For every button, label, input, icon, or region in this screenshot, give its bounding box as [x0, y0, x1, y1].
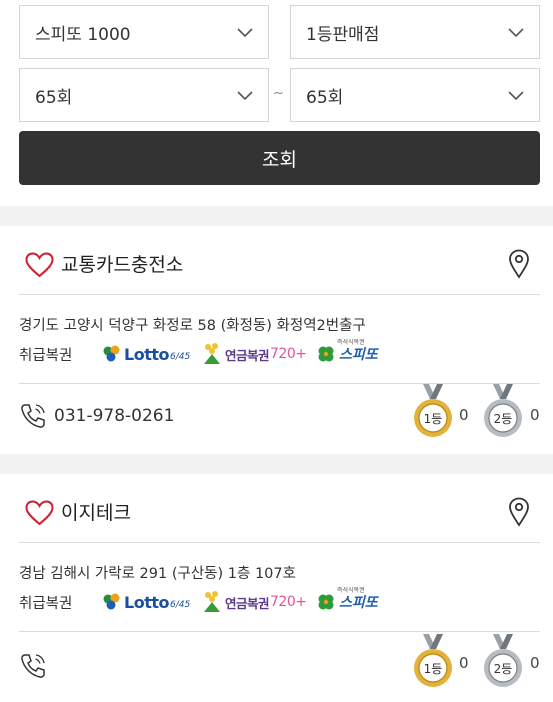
- store-header: 이지테크: [0, 474, 553, 544]
- store-header: 교통카드충전소: [0, 226, 553, 296]
- speetto-word: 스피또: [339, 595, 378, 611]
- pension-tree-icon: [204, 591, 220, 612]
- lottery-types: 취급복권 Lotto 6/45 연금복권 720+ 즉석식복권 스피또: [19, 339, 419, 368]
- phone-icon[interactable]: [19, 652, 47, 680]
- speetto-logo: 즉석식복권 스피또: [315, 339, 378, 368]
- silver-medal-icon: 2등: [484, 634, 522, 687]
- lotto-balls-icon: [103, 593, 120, 610]
- round-from-select[interactable]: 65회: [19, 68, 269, 122]
- round-from-value: 65회: [35, 87, 73, 108]
- second-prize-count: 0: [530, 406, 540, 424]
- lotto-word: Lotto: [124, 592, 169, 612]
- first-prize-count: 0: [459, 654, 469, 672]
- map-pin-icon[interactable]: [508, 497, 530, 527]
- chevron-down-icon: [508, 28, 524, 38]
- round-to-value: 65회: [306, 87, 344, 108]
- speetto-subtitle: 즉석식복권: [337, 339, 365, 346]
- search-button[interactable]: 조회: [19, 131, 540, 185]
- heart-icon[interactable]: [25, 252, 54, 278]
- rank-select[interactable]: 1등판매점: [290, 5, 540, 59]
- first-prize-count: 0: [459, 406, 469, 424]
- lotto-logo: Lotto 6/45: [102, 588, 190, 616]
- pension-logo: 연금복권 720+: [201, 340, 307, 368]
- store-card: 이지테크 경남 김해시 가락로 291 (구산동) 1층 107호 취급복권 L…: [0, 474, 553, 702]
- map-pin-icon[interactable]: [508, 249, 530, 279]
- phone-icon[interactable]: [19, 402, 47, 430]
- store-address: 경남 김해시 가락로 291 (구산동) 1층 107호: [19, 566, 296, 582]
- silver-medal-icon: 2등: [484, 384, 522, 437]
- store-card: 교통카드충전소 경기도 고양시 덕양구 화정로 58 (화정동) 화정역2번출구…: [0, 226, 553, 454]
- divider: [19, 294, 540, 295]
- lotto-suffix: 6/45: [169, 600, 191, 610]
- pension-word: 연금복권: [225, 595, 270, 611]
- rank-select-value: 1등판매점: [306, 24, 380, 45]
- lotto-logo: Lotto 6/45: [102, 340, 190, 368]
- second-prize-label: 2등: [494, 662, 513, 676]
- first-prize-label: 1등: [424, 412, 443, 426]
- speetto-subtitle: 즉석식복권: [337, 587, 365, 594]
- pension-word: 연금복권: [225, 347, 270, 363]
- store-name: 교통카드충전소: [61, 254, 184, 276]
- clover-icon: [318, 346, 334, 362]
- store-address: 경기도 고양시 덕양구 화정로 58 (화정동) 화정역2번출구: [19, 318, 366, 334]
- gold-medal-icon: 1등: [414, 634, 452, 687]
- second-prize-count: 0: [530, 654, 540, 672]
- range-separator: ~: [273, 86, 284, 101]
- store-footer: 1등 0 2등 0: [0, 632, 553, 698]
- gold-medal-icon: 1등: [414, 384, 452, 437]
- pension-number: 720+: [270, 594, 307, 610]
- round-to-select[interactable]: 65회: [290, 68, 540, 122]
- search-filters: 스피또 1000 1등판매점 65회 ~ 65회 조회: [0, 0, 553, 206]
- clover-icon: [318, 594, 334, 610]
- lotto-word: Lotto: [124, 344, 169, 364]
- store-phone[interactable]: 031-978-0261: [54, 406, 174, 426]
- chevron-down-icon: [508, 91, 524, 101]
- lotto-balls-icon: [103, 345, 120, 362]
- divider: [19, 542, 540, 543]
- chevron-down-icon: [237, 28, 253, 38]
- first-prize-label: 1등: [424, 662, 443, 676]
- game-select[interactable]: 스피또 1000: [19, 5, 269, 59]
- lottery-label: 취급복권: [19, 596, 73, 612]
- game-select-value: 스피또 1000: [35, 24, 131, 45]
- speetto-word: 스피또: [339, 347, 378, 363]
- speetto-logo: 즉석식복권 스피또: [315, 587, 378, 616]
- pension-tree-icon: [204, 343, 220, 364]
- section-gap: [0, 206, 553, 226]
- second-prize-label: 2등: [494, 412, 513, 426]
- chevron-down-icon: [237, 91, 253, 101]
- section-gap: [0, 454, 553, 474]
- lottery-types: 취급복권 Lotto 6/45 연금복권 720+ 즉석식복권 스피또: [19, 587, 419, 616]
- lotto-suffix: 6/45: [169, 352, 191, 362]
- pension-number: 720+: [270, 346, 307, 362]
- lottery-label: 취급복권: [19, 348, 73, 364]
- pension-logo: 연금복권 720+: [201, 588, 307, 616]
- heart-icon[interactable]: [25, 500, 54, 526]
- store-footer: 031-978-0261 1등 0 2등 0: [0, 384, 553, 450]
- store-name: 이지테크: [61, 502, 131, 524]
